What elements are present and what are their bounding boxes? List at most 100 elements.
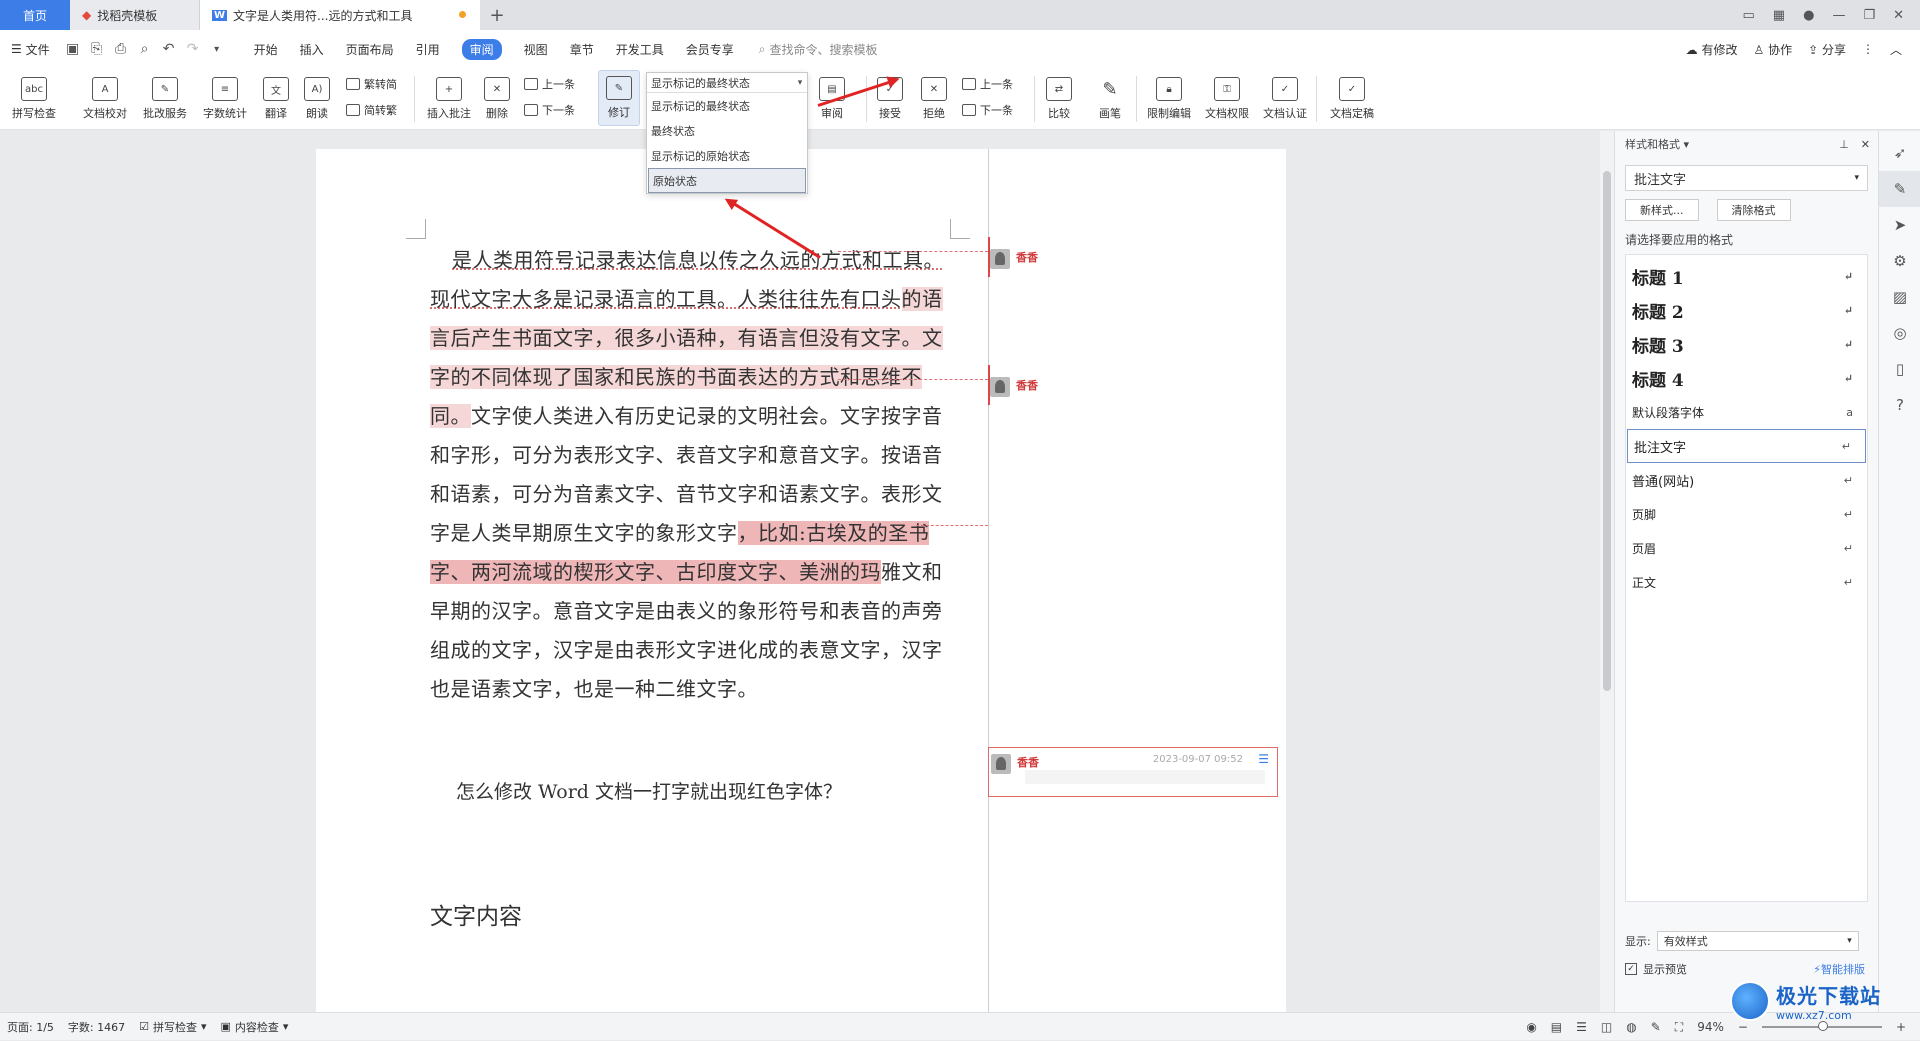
show-filter-select[interactable]: 有效样式▾ (1657, 931, 1859, 951)
next-comment-button[interactable]: 下一条 (524, 102, 575, 118)
batch-service-button[interactable]: ✎批改服务 (138, 70, 192, 126)
vertical-scrollbar[interactable] (1600, 131, 1614, 1012)
zoom-slider-knob[interactable] (1818, 1021, 1828, 1031)
avatar[interactable]: ● (1803, 8, 1814, 23)
markup-display-dropdown[interactable]: 显示标记的最终状态▾ 显示标记的最终状态 最终状态 显示标记的原始状态 原始状态 (646, 72, 808, 194)
read-aloud-button[interactable]: A)朗读 (300, 70, 334, 126)
style-item[interactable]: 正文↵ (1626, 565, 1867, 599)
menu-member[interactable]: 会员专享 (675, 30, 745, 68)
next-revision-button[interactable]: 下一条 (962, 102, 1013, 118)
style-item[interactable]: 标题 2↵ (1626, 293, 1867, 327)
save-icon[interactable]: ▣ (61, 41, 85, 57)
new-tab-button[interactable]: + (480, 0, 514, 30)
revise-button[interactable]: ☁ 有修改 (1686, 41, 1738, 58)
outline-view-icon[interactable]: ☰ (1576, 1020, 1587, 1034)
eye-icon[interactable]: ◉ (1526, 1020, 1536, 1034)
menu-view[interactable]: 视图 (513, 30, 559, 68)
pin-icon[interactable]: ⊥ (1839, 138, 1849, 151)
pen-view-icon[interactable]: ✎ (1651, 1020, 1661, 1034)
minimize-icon[interactable]: — (1832, 8, 1845, 23)
zoom-slider[interactable] (1762, 1026, 1882, 1028)
help-icon[interactable]: ? (1879, 387, 1920, 423)
collapse-ribbon-icon[interactable]: ︿ (1890, 41, 1902, 58)
tab-template[interactable]: ◆ 找稻壳模板 (70, 0, 200, 30)
restore-icon[interactable]: ❐ (1863, 8, 1875, 23)
current-style-select[interactable]: 批注文字▾ (1625, 165, 1868, 191)
menu-start[interactable]: 开始 (243, 30, 289, 68)
select-cursor-icon[interactable]: ➤ (1879, 207, 1920, 243)
option-original[interactable]: 原始状态 (648, 168, 806, 193)
file-menu[interactable]: ☰ 文件 (0, 30, 61, 68)
comment-input[interactable] (1025, 770, 1265, 784)
track-changes-button[interactable]: ✎修订 (598, 70, 640, 126)
compass-icon[interactable]: ◎ (1879, 315, 1920, 351)
clear-format-button[interactable]: 清除格式 (1717, 199, 1791, 221)
word-count-indicator[interactable]: 字数: 1467 (61, 1019, 132, 1035)
prev-revision-button[interactable]: 上一条 (962, 76, 1013, 92)
zoom-level[interactable]: 94% (1697, 1020, 1724, 1034)
doc-certify-button[interactable]: ✓文档认证 (1258, 70, 1312, 126)
collab-button[interactable]: ♙ 协作 (1754, 41, 1793, 58)
style-pen-icon[interactable]: ✎ (1879, 171, 1920, 207)
command-search[interactable]: ⌕ 查找命令、搜索模板 (759, 41, 878, 58)
menu-insert[interactable]: 插入 (289, 30, 335, 68)
comment-3-box[interactable]: 香香 2023-09-07 09:52 ☰ (988, 747, 1278, 797)
style-item[interactable]: 页眉↵ (1626, 531, 1867, 565)
style-item[interactable]: 标题 1↵ (1626, 259, 1867, 293)
export-icon[interactable]: ⎘ (85, 41, 109, 57)
finalize-button[interactable]: ✓文档定稿 (1322, 70, 1382, 126)
option-original-with-markup[interactable]: 显示标记的原始状态 (647, 143, 807, 168)
compare-button[interactable]: ⇄比较 (1040, 70, 1078, 126)
delete-comment-button[interactable]: ✕删除 (480, 70, 514, 126)
tab-home[interactable]: 首页 (0, 0, 70, 30)
read-view-icon[interactable]: ◫ (1601, 1020, 1612, 1034)
layout-icon[interactable]: ▭ (1743, 8, 1755, 23)
style-item[interactable]: 页脚↵ (1626, 497, 1867, 531)
adjust-icon[interactable]: ⚙ (1879, 243, 1920, 279)
insert-comment-button[interactable]: +插入批注 (422, 70, 476, 126)
comment-2[interactable]: 香香 (990, 377, 1038, 397)
more-icon[interactable]: ⋮ (1862, 42, 1874, 56)
option-final[interactable]: 最终状态 (647, 118, 807, 143)
prev-comment-button[interactable]: 上一条 (524, 76, 575, 92)
option-final-with-markup[interactable]: 显示标记的最终状态 (647, 93, 807, 118)
style-item[interactable]: 标题 4↵ (1626, 361, 1867, 395)
web-view-icon[interactable]: ◍ (1626, 1020, 1636, 1034)
style-item[interactable]: 默认段落字体a (1626, 395, 1867, 429)
tab-document[interactable]: W 文字是人类用符...远的方式和工具 (200, 0, 480, 30)
translate-button[interactable]: 文翻译 (258, 70, 294, 126)
smart-layout-button[interactable]: ⚡智能排版 (1813, 961, 1865, 977)
redo-icon[interactable]: ↷ (181, 41, 205, 57)
show-preview-checkbox[interactable]: ✓ (1625, 963, 1637, 975)
style-item[interactable]: 普通(网站)↵ (1626, 463, 1867, 497)
menu-review[interactable]: 审阅 (451, 30, 513, 68)
preview-icon[interactable]: ⌕ (133, 41, 157, 57)
pen-button[interactable]: ✎画笔 (1092, 70, 1128, 126)
proofread-button[interactable]: A文档校对 (78, 70, 132, 126)
menu-chapter[interactable]: 章节 (559, 30, 605, 68)
content-check-toggle[interactable]: ▣内容检查 ▾ (214, 1019, 296, 1035)
page-indicator[interactable]: 页面: 1/5 (0, 1019, 61, 1035)
rocket-icon[interactable]: ➶ (1879, 135, 1920, 171)
comment-menu-icon[interactable]: ☰ (1258, 752, 1269, 766)
style-item[interactable]: 标题 3↵ (1626, 327, 1867, 361)
zoom-in-icon[interactable]: + (1896, 1020, 1906, 1034)
document-page[interactable]: 是人类用符号记录表达信息以传之久远的方式和工具。现代文字大多是记录语言的工具。人… (316, 149, 1286, 1012)
comment-1[interactable]: 香香 (990, 249, 1038, 269)
spell-check-button[interactable]: abc拼写检查 (10, 70, 58, 126)
menu-layout[interactable]: 页面布局 (335, 30, 405, 68)
markup-display-select[interactable]: 显示标记的最终状态▾ (647, 73, 807, 93)
undo-icon[interactable]: ↶ (157, 41, 181, 57)
fit-icon[interactable]: ⛶ (1675, 1020, 1683, 1035)
close-icon[interactable]: ✕ (1893, 8, 1904, 23)
simp-to-trad-button[interactable]: 简转繁 (346, 102, 397, 118)
more-chevron-icon[interactable]: ▾ (205, 44, 229, 55)
new-style-button[interactable]: 新样式... (1625, 199, 1699, 221)
book-icon[interactable]: ▯ (1879, 351, 1920, 387)
word-count-button[interactable]: ≡字数统计 (198, 70, 252, 126)
menu-developer[interactable]: 开发工具 (605, 30, 675, 68)
reject-button[interactable]: ✕拒绝 (916, 70, 952, 126)
print-icon[interactable]: ⎙ (109, 41, 133, 57)
grid-icon[interactable]: ▦ (1773, 8, 1785, 23)
share-button[interactable]: ⇪ 分享 (1808, 41, 1846, 58)
